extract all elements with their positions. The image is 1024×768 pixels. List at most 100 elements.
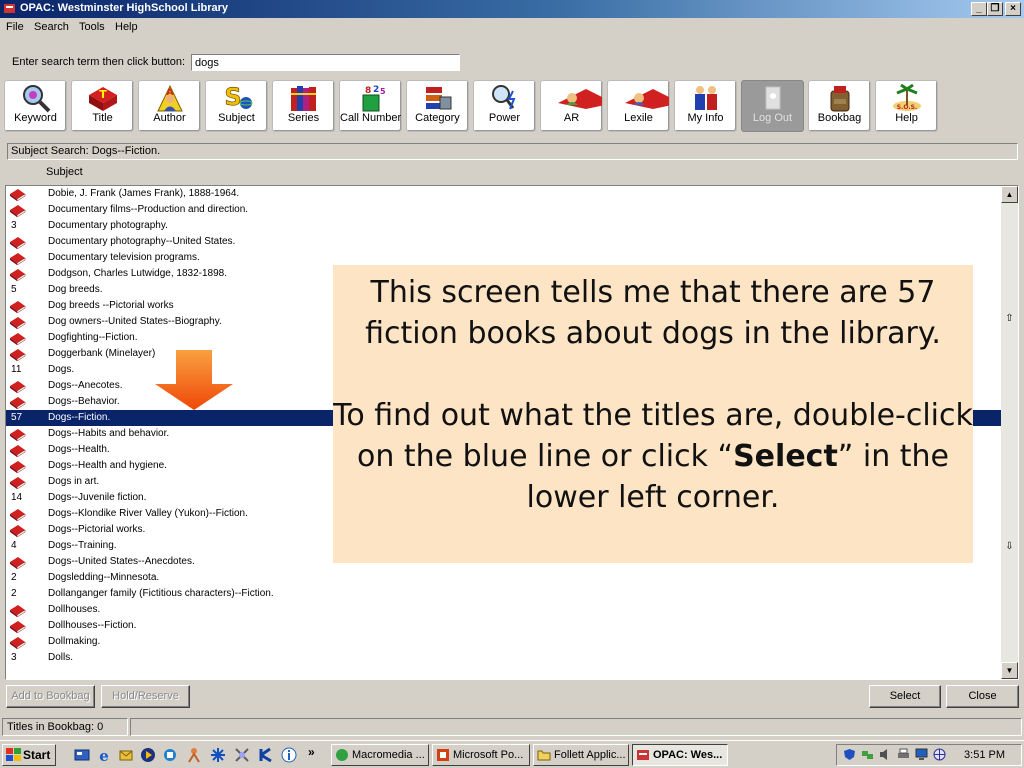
book-icon bbox=[10, 557, 26, 569]
network-tray-icon[interactable] bbox=[861, 748, 874, 761]
magnifier-icon bbox=[22, 85, 50, 113]
printer-icon[interactable] bbox=[897, 748, 910, 761]
network-icon[interactable] bbox=[162, 747, 178, 763]
scroll-up-button[interactable]: ▲ bbox=[1001, 186, 1018, 203]
tools-icon[interactable] bbox=[234, 747, 250, 763]
category-button[interactable]: Category bbox=[406, 80, 469, 132]
help-button[interactable]: S.O.S. Help bbox=[875, 80, 938, 132]
title-bar: OPAC: Westminster HighSchool Library _ ❐… bbox=[0, 0, 1024, 18]
callout-line-1: This screen tells me that there are 57 f… bbox=[365, 275, 941, 351]
title-count: 3 bbox=[11, 652, 17, 663]
keyword-button[interactable]: Keyword bbox=[4, 80, 67, 132]
svg-text:S.O.S.: S.O.S. bbox=[896, 104, 916, 111]
book-icon bbox=[10, 237, 26, 249]
asterisk-tool-icon[interactable] bbox=[210, 747, 226, 763]
subject-heading: Dogs--Klondike River Valley (Yukon)--Fic… bbox=[48, 508, 248, 519]
table-row[interactable]: Dollhouses. bbox=[6, 602, 1002, 618]
task-follett[interactable]: Follett Applic... bbox=[533, 744, 629, 766]
close-button[interactable]: Close bbox=[946, 685, 1019, 708]
table-row[interactable]: Dollhouses--Fiction. bbox=[6, 618, 1002, 634]
info-icon[interactable] bbox=[281, 747, 297, 763]
book-icon bbox=[10, 477, 26, 489]
bookbag-button[interactable]: Bookbag bbox=[808, 80, 871, 132]
table-row[interactable]: Documentary films--Production and direct… bbox=[6, 202, 1002, 218]
media-player-icon[interactable] bbox=[140, 747, 156, 763]
add-to-bookbag-button[interactable]: Add to Bookbag bbox=[6, 685, 95, 708]
subject-button[interactable]: S Subject bbox=[205, 80, 268, 132]
call-number-button[interactable]: 825 Call Number bbox=[339, 80, 402, 132]
table-row[interactable]: Documentary photography--United States. bbox=[6, 234, 1002, 250]
title-count: 3 bbox=[11, 220, 17, 231]
macromedia-icon bbox=[336, 749, 348, 761]
hold-reserve-button[interactable]: Hold/Reserve bbox=[101, 685, 190, 708]
volume-icon[interactable] bbox=[879, 748, 892, 761]
ar-button[interactable]: AR bbox=[540, 80, 603, 132]
table-row[interactable]: Dollmaking. bbox=[6, 634, 1002, 650]
menu-file[interactable]: File bbox=[6, 21, 24, 33]
table-row[interactable]: 3 Documentary photography. bbox=[6, 218, 1002, 234]
computer-icon[interactable] bbox=[915, 748, 928, 761]
subject-column-header[interactable]: Subject bbox=[46, 166, 83, 178]
table-row[interactable]: 2 Dogsledding--Minnesota. bbox=[6, 570, 1002, 586]
power-button[interactable]: Power bbox=[473, 80, 536, 132]
outlook-icon[interactable] bbox=[118, 747, 134, 763]
svg-text:A: A bbox=[166, 88, 173, 98]
minimize-button[interactable]: _ bbox=[971, 2, 987, 16]
subject-heading: Dogs--United States--Anecdotes. bbox=[48, 556, 195, 567]
callout-line-2: To find out what the titles are, double-… bbox=[333, 398, 973, 515]
scroll-down-button[interactable]: ▼ bbox=[1001, 662, 1018, 679]
call-number-icon: 825 bbox=[362, 85, 386, 112]
subject-heading: Documentary television programs. bbox=[48, 252, 200, 263]
window-title: OPAC: Westminster HighSchool Library bbox=[20, 2, 229, 14]
bookbag-count: Titles in Bookbag: 0 bbox=[2, 718, 128, 736]
book-icon bbox=[10, 269, 26, 281]
subject-heading: Dogs--Habits and behavior. bbox=[48, 428, 170, 439]
internet-explorer-icon[interactable]: e bbox=[96, 747, 112, 763]
menu-search[interactable]: Search bbox=[34, 21, 69, 33]
subject-heading: Doggerbank (Minelayer) bbox=[48, 348, 156, 359]
instruction-callout: This screen tells me that there are 57 f… bbox=[333, 265, 973, 563]
author-button[interactable]: A Author bbox=[138, 80, 201, 132]
search-input[interactable] bbox=[191, 54, 460, 71]
title-button[interactable]: T Title bbox=[71, 80, 134, 132]
vertical-scrollbar[interactable]: ▲ ⇧ ⇩ ▼ bbox=[1001, 186, 1018, 679]
globe-icon[interactable] bbox=[933, 748, 946, 761]
svg-text:T: T bbox=[99, 88, 107, 101]
menu-help[interactable]: Help bbox=[115, 21, 138, 33]
k-app-icon[interactable] bbox=[258, 747, 274, 763]
subject-heading: Dogs--Juvenile fiction. bbox=[48, 492, 147, 503]
lexile-button[interactable]: Lexile bbox=[607, 80, 670, 132]
select-button[interactable]: Select bbox=[869, 685, 941, 708]
task-macromedia[interactable]: Macromedia ... bbox=[331, 744, 429, 766]
person-icon[interactable] bbox=[186, 747, 202, 763]
my-info-button[interactable]: My Info bbox=[674, 80, 737, 132]
book-icon bbox=[10, 205, 26, 217]
table-row[interactable]: 3 Dolls. bbox=[6, 650, 1002, 666]
start-button[interactable]: Start bbox=[2, 744, 56, 766]
restore-button[interactable]: ❐ bbox=[987, 2, 1003, 16]
people-icon bbox=[694, 86, 717, 110]
menu-bar: File Search Tools Help bbox=[0, 18, 1024, 38]
book-icon bbox=[10, 429, 26, 441]
table-row[interactable]: Dobie, J. Frank (James Frank), 1888-1964… bbox=[6, 186, 1002, 202]
table-row[interactable]: 2 Dollanganger family (Fictitious charact… bbox=[6, 586, 1002, 602]
task-opac[interactable]: OPAC: Wes... bbox=[632, 744, 728, 766]
page-down-icon[interactable]: ⇩ bbox=[1001, 541, 1018, 553]
close-window-button[interactable]: × bbox=[1005, 2, 1021, 16]
page-up-icon[interactable]: ⇧ bbox=[1001, 313, 1018, 325]
show-desktop-icon[interactable] bbox=[74, 747, 90, 763]
title-count: 4 bbox=[11, 540, 17, 551]
subject-heading: Documentary photography. bbox=[48, 220, 168, 231]
subject-heading: Dog breeds. bbox=[48, 284, 103, 295]
book-icon bbox=[10, 605, 26, 617]
menu-tools[interactable]: Tools bbox=[79, 21, 105, 33]
subject-heading: Dollhouses. bbox=[48, 604, 101, 615]
shield-icon[interactable] bbox=[843, 748, 856, 761]
series-button[interactable]: Series bbox=[272, 80, 335, 132]
log-out-button[interactable]: Log Out bbox=[741, 80, 804, 132]
more-icon[interactable]: » bbox=[308, 745, 315, 759]
table-row[interactable]: Documentary television programs. bbox=[6, 250, 1002, 266]
author-icon: A bbox=[156, 84, 183, 112]
task-microsoft-powerpoint[interactable]: Microsoft Po... bbox=[432, 744, 530, 766]
subject-heading: Dogs. bbox=[48, 364, 75, 375]
